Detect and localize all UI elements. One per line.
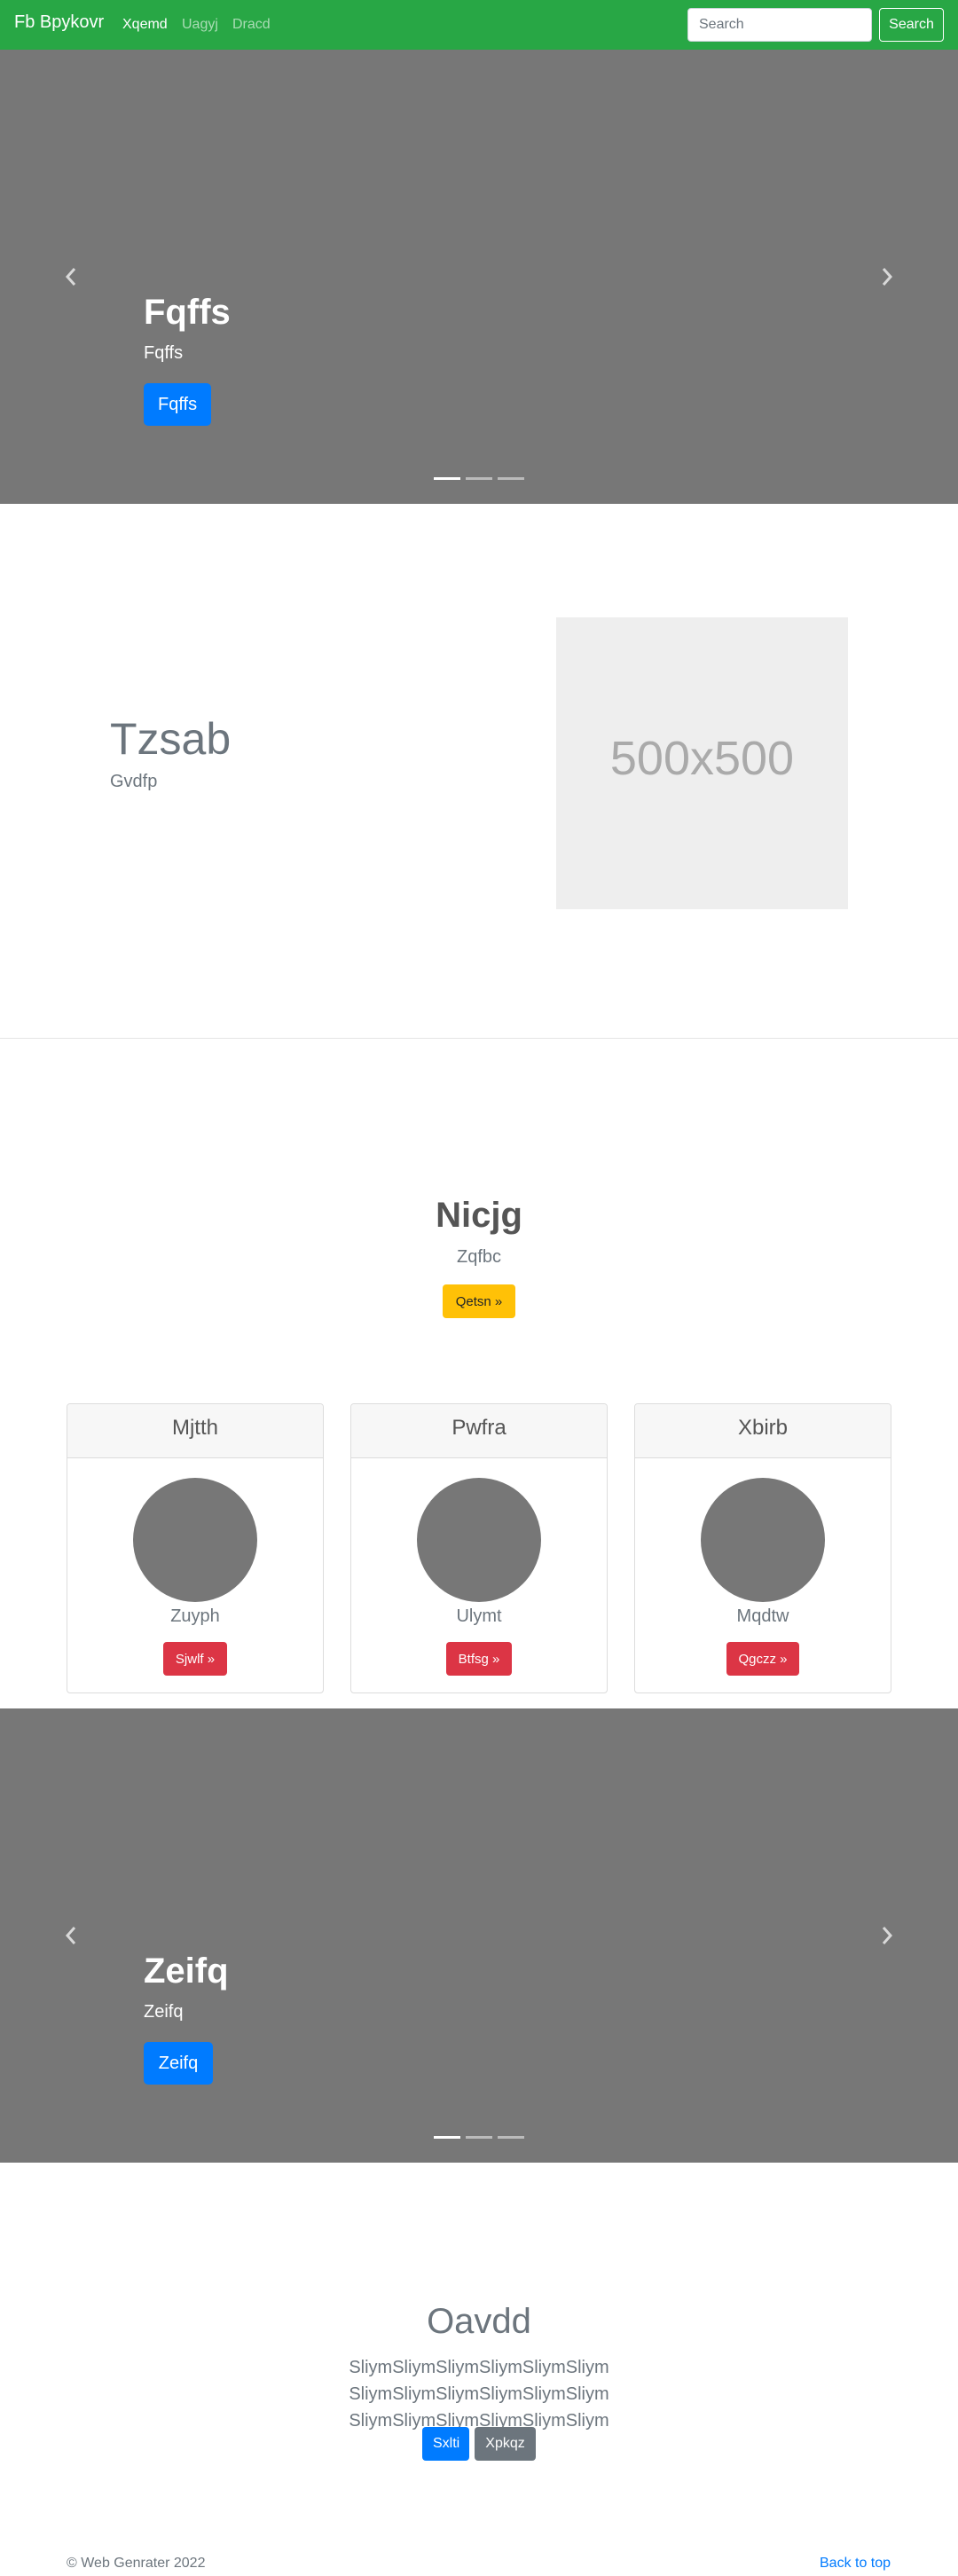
avatar xyxy=(417,1478,541,1602)
carousel-indicator-1[interactable] xyxy=(434,2136,460,2139)
carousel-indicator-3[interactable] xyxy=(498,2136,524,2139)
card-text: Ulymt xyxy=(456,1606,502,1626)
chevron-left-icon[interactable] xyxy=(61,266,82,287)
card-text: Mqdtw xyxy=(736,1606,789,1626)
card-title: Mjtth xyxy=(171,1416,218,1440)
hero-title: Fqffs xyxy=(144,293,231,332)
jumbotron-subtext: Zqfbc xyxy=(456,1247,502,1267)
card-text: Zuyph xyxy=(170,1606,220,1626)
featurette-heading: Tzsab xyxy=(110,714,232,764)
search-input[interactable] xyxy=(687,8,872,42)
carousel-button[interactable]: Zeifq xyxy=(144,2042,213,2085)
carousel-indicators xyxy=(434,2136,524,2139)
card: Pwfra Ulymt Btfsg » xyxy=(350,1403,608,1693)
carousel-caption: Zeifq xyxy=(144,2002,184,2022)
top-navbar: Fb Bpykovr Xqemd Uagyj Dracd Search xyxy=(0,0,958,50)
card-button[interactable]: Qgczz » xyxy=(726,1642,799,1676)
cta-text: SliymSliymSliymSliymSliymSliym SliymSliy… xyxy=(349,2358,609,2431)
hero-caption: Fqffs xyxy=(144,343,184,363)
featurette-image-label: 500x500 xyxy=(609,732,795,785)
featurette-image: 500x500 xyxy=(556,617,848,909)
card-button[interactable]: Sjwlf » xyxy=(163,1642,227,1676)
search-button[interactable]: Search xyxy=(879,8,944,42)
navbar-brand[interactable]: Fb Bpykovr xyxy=(14,12,104,33)
cta-primary-button[interactable]: Sxlti xyxy=(422,2427,469,2461)
cta-heading: Oavdd xyxy=(427,2302,531,2341)
avatar xyxy=(701,1478,825,1602)
jumbotron-button[interactable]: Qetsn » xyxy=(443,1284,515,1318)
card-header: Mjtth xyxy=(67,1404,323,1458)
chevron-right-icon[interactable] xyxy=(876,266,897,287)
hero-button[interactable]: Fqffs xyxy=(144,383,211,426)
card: Xbirb Mqdtw Qgczz » xyxy=(634,1403,891,1693)
back-to-top-link[interactable]: Back to top xyxy=(820,2556,891,2572)
avatar xyxy=(133,1478,257,1602)
jumbotron-heading: Nicjg xyxy=(436,1196,522,1235)
chevron-right-icon[interactable] xyxy=(876,1925,897,1946)
card-header: Xbirb xyxy=(635,1404,891,1458)
cta-secondary-button[interactable]: Xpkqz xyxy=(475,2427,536,2461)
carousel-indicators xyxy=(434,477,524,480)
card: Mjtth Zuyph Sjwlf » xyxy=(67,1403,324,1693)
carousel-indicator-3[interactable] xyxy=(498,477,524,480)
chevron-left-icon[interactable] xyxy=(61,1925,82,1946)
hero-carousel: Fqffs Fqffs Fqffs xyxy=(0,50,958,504)
nav-link-uagyj[interactable]: Uagyj xyxy=(182,17,218,33)
carousel-indicator-2[interactable] xyxy=(466,2136,492,2139)
card-button[interactable]: Btfsg » xyxy=(446,1642,512,1676)
card-header: Pwfra xyxy=(351,1404,607,1458)
carousel-title: Zeifq xyxy=(144,1952,229,1991)
featurette-subtext: Gvdfp xyxy=(110,772,158,791)
second-carousel: Zeifq Zeifq Zeifq xyxy=(0,1708,958,2163)
nav-link-xqemd[interactable]: Xqemd xyxy=(122,17,168,33)
card-title: Xbirb xyxy=(737,1416,789,1440)
nav-link-dracd[interactable]: Dracd xyxy=(232,17,271,33)
carousel-indicator-1[interactable] xyxy=(434,477,460,480)
carousel-indicator-2[interactable] xyxy=(466,477,492,480)
footer-copyright: © Web Genrater 2022 xyxy=(67,2556,206,2571)
divider xyxy=(0,1038,958,1039)
card-title: Pwfra xyxy=(452,1416,506,1440)
